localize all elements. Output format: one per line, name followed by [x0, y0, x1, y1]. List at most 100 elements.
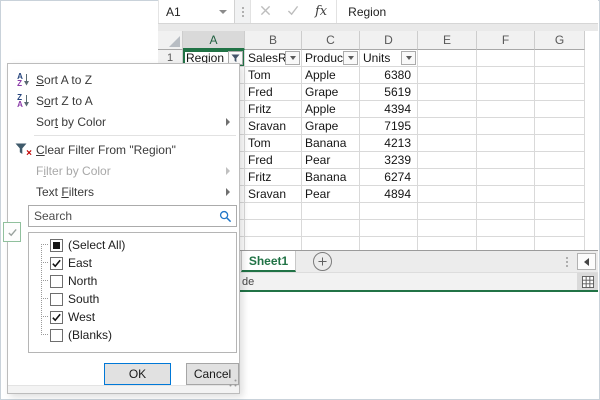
filter-value-blanks[interactable]: (Blanks)	[29, 326, 236, 344]
dropdown-resize-strip[interactable]	[8, 385, 239, 393]
resize-grip-icon[interactable]	[229, 374, 237, 392]
checkbox-unchecked-icon[interactable]	[50, 293, 63, 306]
scroll-sheets-left-button[interactable]	[577, 253, 596, 270]
cell[interactable]	[535, 84, 585, 101]
cell[interactable]	[418, 203, 477, 220]
menu-item-text-filters[interactable]: Text Filters	[8, 181, 239, 202]
cell[interactable]	[418, 135, 477, 152]
normal-view-button[interactable]	[577, 273, 598, 290]
cell[interactable]	[535, 101, 585, 118]
formula-bar-input[interactable]: Region	[337, 0, 598, 23]
cell-units[interactable]: 5619	[360, 84, 418, 101]
column-header-d[interactable]: D	[360, 31, 418, 50]
cell-product[interactable]: Banana	[302, 135, 360, 152]
cell[interactable]	[302, 237, 360, 250]
cell-salesrep[interactable]: Fritz	[245, 101, 302, 118]
cell[interactable]	[245, 237, 302, 250]
cell[interactable]	[360, 203, 418, 220]
cell-b1-salesrep[interactable]: SalesRe	[245, 50, 302, 67]
cell[interactable]	[477, 152, 535, 169]
cell[interactable]	[535, 237, 585, 250]
cell[interactable]	[418, 152, 477, 169]
cell[interactable]	[245, 220, 302, 237]
units-filter-button[interactable]	[401, 51, 416, 65]
filter-value-select-all[interactable]: (Select All)	[29, 236, 236, 254]
filter-value-south[interactable]: South	[29, 290, 236, 308]
cell-units[interactable]: 3239	[360, 152, 418, 169]
cell[interactable]	[302, 203, 360, 220]
column-header-e[interactable]: E	[418, 31, 477, 50]
cell-product[interactable]: Pear	[302, 152, 360, 169]
cell[interactable]	[535, 118, 585, 135]
cell[interactable]	[535, 169, 585, 186]
cell[interactable]	[477, 101, 535, 118]
search-input[interactable]	[29, 208, 219, 224]
select-all-corner[interactable]	[158, 31, 183, 50]
menu-item-sort-z-to-a[interactable]: ZA Sort Z to A	[8, 90, 239, 111]
cell-units[interactable]: 7195	[360, 118, 418, 135]
cell[interactable]	[418, 50, 477, 67]
cell-salesrep[interactable]: Tom	[245, 67, 302, 84]
cell-product[interactable]: Apple	[302, 67, 360, 84]
cell[interactable]	[477, 169, 535, 186]
cell[interactable]	[418, 186, 477, 203]
checkbox-unchecked-icon[interactable]	[50, 275, 63, 288]
cell[interactable]	[477, 237, 535, 250]
cell[interactable]	[477, 186, 535, 203]
checkbox-unchecked-icon[interactable]	[50, 329, 63, 342]
tab-options-grip-icon[interactable]	[563, 257, 571, 267]
cell-salesrep[interactable]: Fred	[245, 152, 302, 169]
floating-check-button[interactable]	[3, 222, 21, 242]
search-icon[interactable]	[219, 210, 236, 223]
cell[interactable]	[477, 135, 535, 152]
cell[interactable]	[535, 152, 585, 169]
salesrep-filter-button[interactable]	[285, 51, 300, 65]
cell-product[interactable]: Grape	[302, 84, 360, 101]
cell[interactable]	[418, 101, 477, 118]
cell-product[interactable]: Apple	[302, 101, 360, 118]
cell[interactable]	[477, 67, 535, 84]
cell-units[interactable]: 4213	[360, 135, 418, 152]
cell[interactable]	[477, 118, 535, 135]
cell-d1-units[interactable]: Units	[360, 50, 418, 67]
cell-units[interactable]: 4394	[360, 101, 418, 118]
cell[interactable]	[360, 237, 418, 250]
cell[interactable]	[418, 237, 477, 250]
menu-item-sort-by-color[interactable]: Sort by Color	[8, 111, 239, 132]
cell-salesrep[interactable]: Tom	[245, 135, 302, 152]
cell-product[interactable]: Pear	[302, 186, 360, 203]
cell[interactable]	[418, 220, 477, 237]
cancel-entry-icon[interactable]	[260, 3, 271, 21]
cell[interactable]	[535, 186, 585, 203]
tab-sheet1[interactable]: Sheet1	[241, 251, 296, 272]
filter-value-east[interactable]: East	[29, 254, 236, 272]
cell[interactable]	[418, 67, 477, 84]
cell[interactable]	[360, 220, 418, 237]
cell[interactable]	[477, 203, 535, 220]
cell[interactable]	[535, 135, 585, 152]
cell[interactable]	[535, 50, 585, 67]
column-header-c[interactable]: C	[302, 31, 360, 50]
checkbox-checked-icon[interactable]	[50, 257, 63, 270]
new-sheet-button[interactable]	[313, 252, 332, 271]
chevron-down-icon[interactable]	[219, 10, 227, 14]
checkbox-indeterminate-icon[interactable]	[50, 239, 63, 252]
cell[interactable]	[535, 203, 585, 220]
cell[interactable]	[418, 118, 477, 135]
menu-item-sort-a-to-z[interactable]: AZ Sort A to Z	[8, 69, 239, 90]
cell-units[interactable]: 6380	[360, 67, 418, 84]
name-box[interactable]: A1	[158, 0, 235, 23]
filter-value-north[interactable]: North	[29, 272, 236, 290]
column-header-b[interactable]: B	[245, 31, 302, 50]
column-header-f[interactable]: F	[477, 31, 535, 50]
cell-units[interactable]: 6274	[360, 169, 418, 186]
enter-entry-icon[interactable]	[287, 3, 299, 21]
ok-button[interactable]: OK	[104, 363, 171, 385]
cell-units[interactable]: 4894	[360, 186, 418, 203]
column-header-g[interactable]: G	[535, 31, 585, 50]
cell-product[interactable]: Banana	[302, 169, 360, 186]
insert-function-icon[interactable]: fx	[315, 4, 327, 19]
filter-value-west[interactable]: West	[29, 308, 236, 326]
cell[interactable]	[418, 169, 477, 186]
cell[interactable]	[245, 203, 302, 220]
